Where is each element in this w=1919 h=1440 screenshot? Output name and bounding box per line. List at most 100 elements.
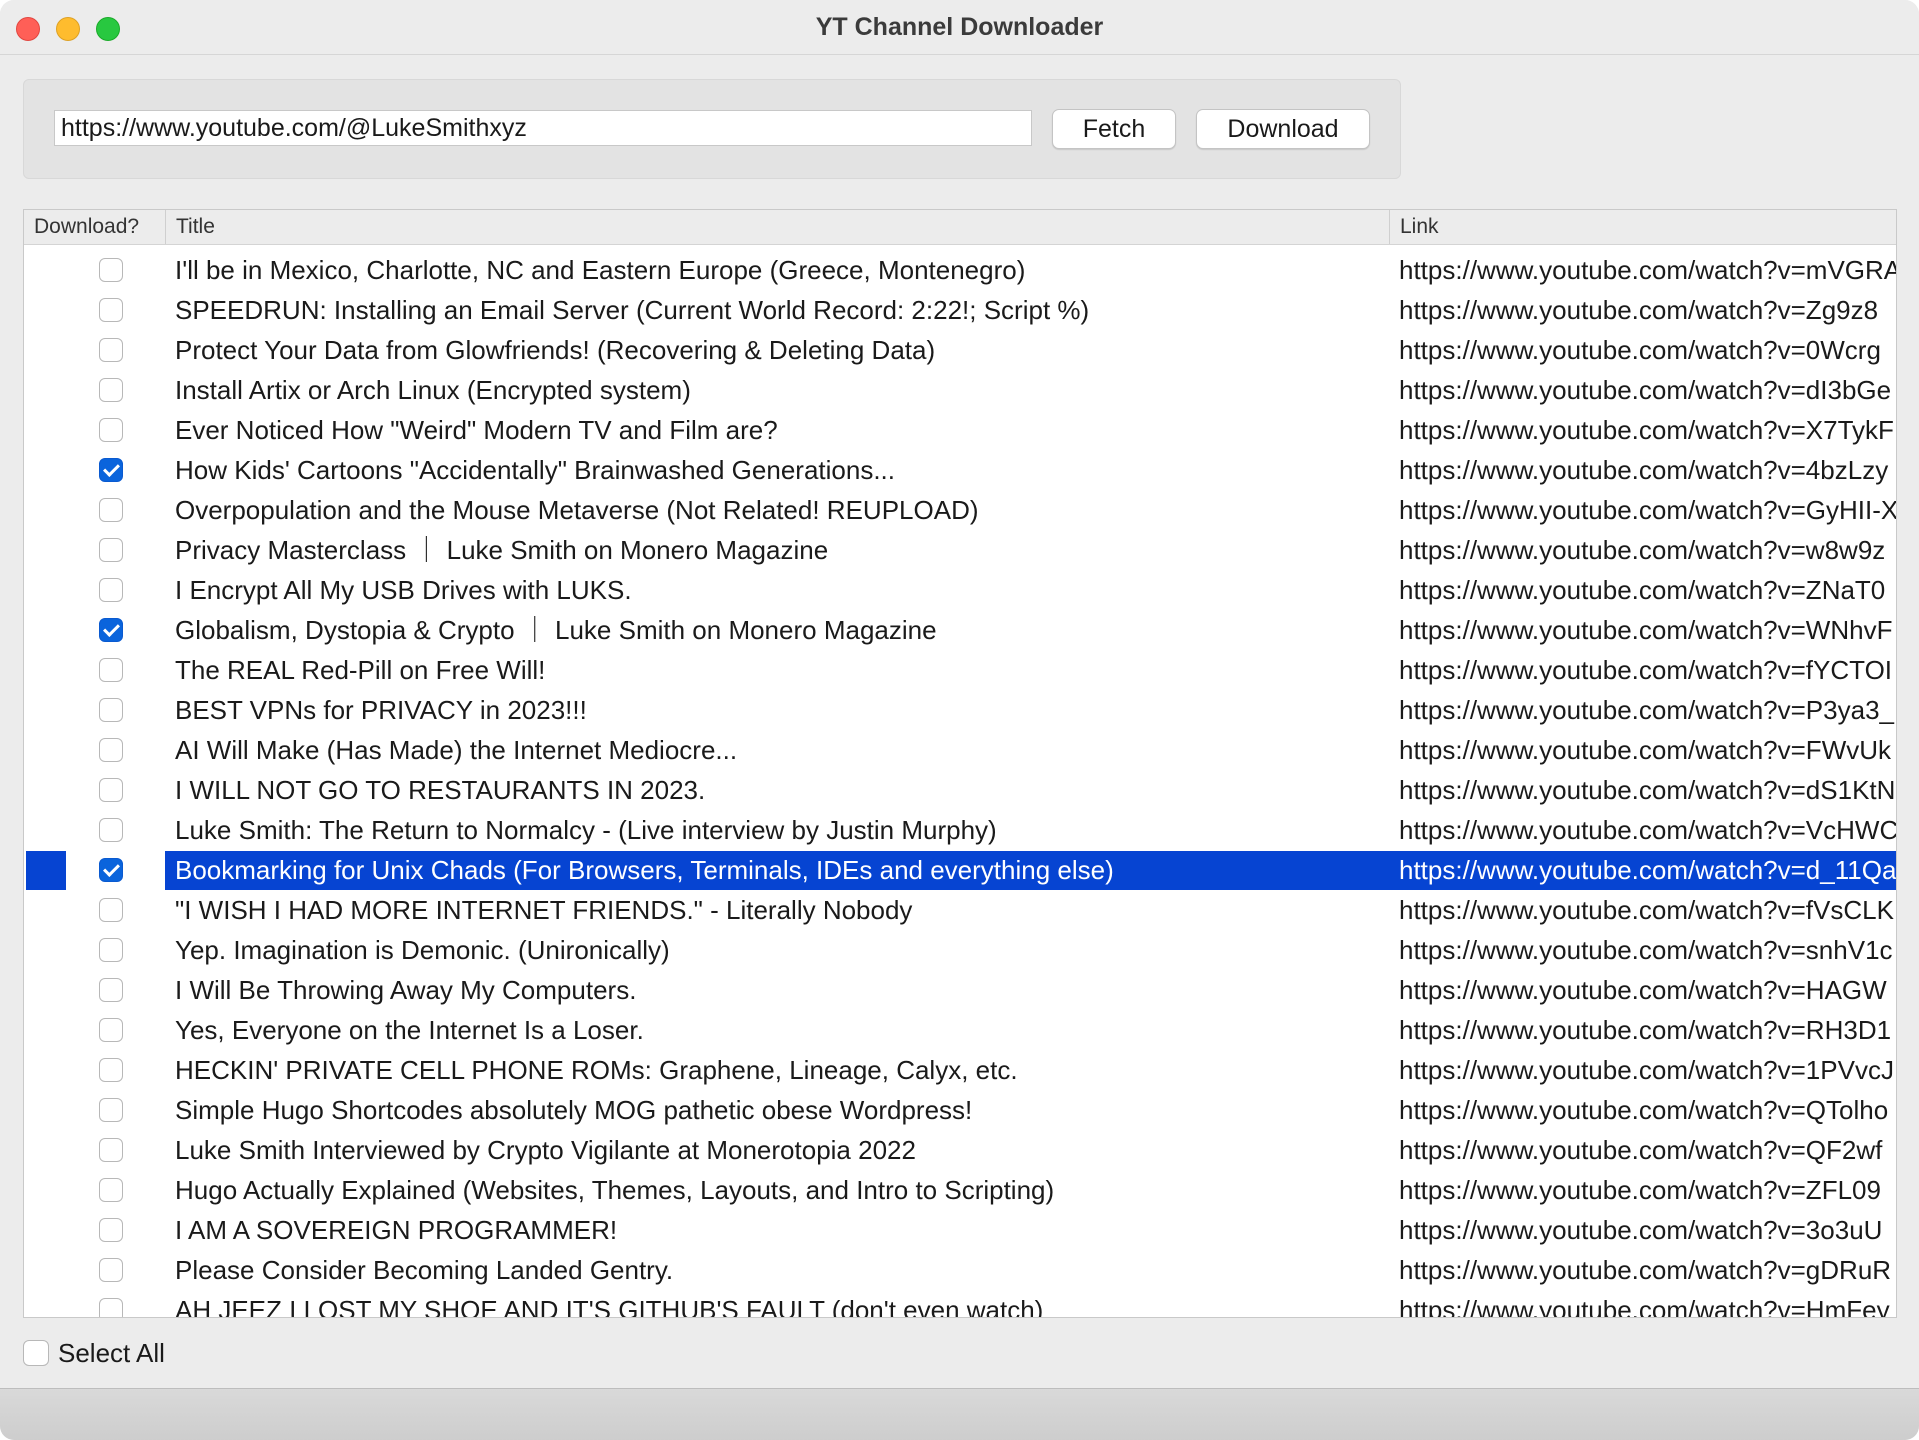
- channel-url-input[interactable]: [54, 110, 1032, 146]
- video-link-cell: https://www.youtube.com/watch?v=4bzLzy: [1399, 455, 1889, 485]
- table-row[interactable]: I WILL NOT GO TO RESTAURANTS IN 2023. htt…: [24, 771, 1896, 810]
- video-title-cell: Ever Noticed How "Weird" Modern TV and F…: [175, 415, 778, 445]
- table-row[interactable]: I Will Be Throwing Away My Computers. htt…: [24, 971, 1896, 1010]
- table-row[interactable]: The REAL Red-Pill on Free Will! https://w…: [24, 651, 1896, 690]
- row-selection-indicator: [26, 851, 66, 890]
- table-row[interactable]: I Encrypt All My USB Drives with LUKS. ht…: [24, 571, 1896, 610]
- column-header-download[interactable]: Download?: [24, 210, 165, 244]
- video-link-cell: https://www.youtube.com/watch?v=3o3uU: [1399, 1215, 1883, 1245]
- table-row[interactable]: I AM A SOVEREIGN PROGRAMMER! https://www.…: [24, 1211, 1896, 1250]
- table-row[interactable]: Globalism, Dystopia & Crypto ｜ Luke Smit…: [24, 611, 1896, 650]
- table-header: Download? Title Link: [24, 210, 1896, 245]
- table-row[interactable]: SPEEDRUN: Installing an Email Server (Cu…: [24, 291, 1896, 330]
- download-checkbox[interactable]: [99, 298, 123, 322]
- select-all-checkbox[interactable]: [23, 1340, 49, 1366]
- download-checkbox[interactable]: [99, 418, 123, 442]
- select-all-label[interactable]: Select All: [58, 1338, 165, 1368]
- video-title-cell: I Encrypt All My USB Drives with LUKS.: [175, 575, 632, 605]
- window-title: YT Channel Downloader: [815, 13, 1104, 41]
- video-link-cell: https://www.youtube.com/watch?v=WNhvF: [1399, 615, 1893, 645]
- download-checkbox[interactable]: [99, 618, 123, 642]
- download-checkbox[interactable]: [99, 1178, 123, 1202]
- download-checkbox[interactable]: [99, 1138, 123, 1162]
- video-title-cell: HECKIN' PRIVATE CELL PHONE ROMs: Graphen…: [175, 1055, 1018, 1085]
- table-row[interactable]: Overpopulation and the Mouse Metaverse (…: [24, 491, 1896, 530]
- download-checkbox[interactable]: [99, 1098, 123, 1122]
- download-checkbox[interactable]: [99, 818, 123, 842]
- video-link-cell: https://www.youtube.com/watch?v=ZNaT0: [1399, 575, 1886, 605]
- video-title-cell: Privacy Masterclass ｜ Luke Smith on Mone…: [175, 535, 829, 565]
- video-title-cell: How Kids' Cartoons "Accidentally" Brainw…: [175, 455, 895, 485]
- url-toolbar: Fetch Download: [23, 79, 1401, 179]
- download-checkbox[interactable]: [99, 338, 123, 362]
- window-bottom-bar: [0, 1388, 1919, 1440]
- video-title-cell: The REAL Red-Pill on Free Will!: [175, 655, 546, 685]
- video-link-cell: https://www.youtube.com/watch?v=FWvUk: [1399, 735, 1892, 765]
- video-title-cell: Luke Smith: The Return to Normalcy - (Li…: [175, 815, 997, 845]
- table-row[interactable]: BEST VPNs for PRIVACY in 2023!!! https://…: [24, 691, 1896, 730]
- video-title-cell: SPEEDRUN: Installing an Email Server (Cu…: [175, 295, 1090, 325]
- video-title-cell: Protect Your Data from Glowfriends! (Rec…: [175, 335, 936, 365]
- download-button[interactable]: Download: [1196, 109, 1370, 149]
- video-link-cell: https://www.youtube.com/watch?v=dS1KtN: [1399, 775, 1896, 805]
- table-row[interactable]: HECKIN' PRIVATE CELL PHONE ROMs: Graphen…: [24, 1051, 1896, 1090]
- video-link-cell: https://www.youtube.com/watch?v=mVGRA: [1399, 255, 1896, 285]
- table-row[interactable]: AH JEEZ I LOST MY SHOE AND IT'S GITHUB'S…: [24, 1291, 1896, 1317]
- download-checkbox[interactable]: [99, 1058, 123, 1082]
- table-row[interactable]: Bookmarking for Unix Chads (For Browsers…: [24, 851, 1896, 890]
- download-checkbox[interactable]: [99, 578, 123, 602]
- video-link-cell: https://www.youtube.com/watch?v=VcHWC: [1399, 815, 1896, 845]
- video-title-cell: BEST VPNs for PRIVACY in 2023!!!: [175, 695, 587, 725]
- video-link-cell: https://www.youtube.com/watch?v=RH3D1: [1399, 1015, 1892, 1045]
- table-row[interactable]: Protect Your Data from Glowfriends! (Rec…: [24, 331, 1896, 370]
- column-header-title[interactable]: Title: [165, 210, 1389, 244]
- video-title-cell: Yep. Imagination is Demonic. (Unironical…: [175, 935, 670, 965]
- download-checkbox[interactable]: [99, 778, 123, 802]
- video-link-cell: https://www.youtube.com/watch?v=snhV1c: [1399, 935, 1893, 965]
- column-header-link[interactable]: Link: [1389, 210, 1896, 244]
- table-row[interactable]: Luke Smith: The Return to Normalcy - (Li…: [24, 811, 1896, 850]
- download-checkbox[interactable]: [99, 738, 123, 762]
- table-row[interactable]: Simple Hugo Shortcodes absolutely MOG pa…: [24, 1091, 1896, 1130]
- table-row[interactable]: Ever Noticed How "Weird" Modern TV and F…: [24, 411, 1896, 450]
- table-row[interactable]: Hugo Actually Explained (Websites, Theme…: [24, 1171, 1896, 1210]
- video-link-cell: https://www.youtube.com/watch?v=ZFL09: [1399, 1175, 1881, 1205]
- table-row[interactable]: Yes, Everyone on the Internet Is a Loser…: [24, 1011, 1896, 1050]
- video-title-cell: Hugo Actually Explained (Websites, Theme…: [175, 1175, 1055, 1205]
- video-title-cell: I AM A SOVEREIGN PROGRAMMER!: [175, 1215, 618, 1245]
- download-checkbox[interactable]: [99, 978, 123, 1002]
- table-row[interactable]: Yep. Imagination is Demonic. (Unironical…: [24, 931, 1896, 970]
- download-checkbox[interactable]: [99, 938, 123, 962]
- download-checkbox[interactable]: [99, 698, 123, 722]
- video-link-cell: https://www.youtube.com/watch?v=1PVvcJ: [1399, 1055, 1894, 1085]
- table-row[interactable]: Privacy Masterclass ｜ Luke Smith on Mone…: [24, 531, 1896, 570]
- table-row[interactable]: Luke Smith Interviewed by Crypto Vigilan…: [24, 1131, 1896, 1170]
- video-title-cell: I Will Be Throwing Away My Computers.: [175, 975, 637, 1005]
- download-checkbox[interactable]: [99, 498, 123, 522]
- table-row[interactable]: Please Consider Becoming Landed Gentry. h…: [24, 1251, 1896, 1290]
- table-row[interactable]: I'll be in Mexico, Charlotte, NC and Eas…: [24, 251, 1896, 290]
- video-title-cell: I WILL NOT GO TO RESTAURANTS IN 2023.: [175, 775, 706, 805]
- download-checkbox[interactable]: [99, 458, 123, 482]
- download-checkbox[interactable]: [99, 258, 123, 282]
- download-checkbox[interactable]: [99, 1258, 123, 1282]
- table-row[interactable]: AI Will Make (Has Made) the Internet Med…: [24, 731, 1896, 770]
- video-title-cell: Globalism, Dystopia & Crypto ｜ Luke Smit…: [175, 615, 937, 645]
- download-checkbox[interactable]: [99, 658, 123, 682]
- fetch-button[interactable]: Fetch: [1052, 109, 1176, 149]
- download-checkbox[interactable]: [99, 898, 123, 922]
- video-title-cell: Bookmarking for Unix Chads (For Browsers…: [165, 851, 1389, 890]
- table-row[interactable]: Install Artix or Arch Linux (Encrypted s…: [24, 371, 1896, 410]
- download-checkbox[interactable]: [99, 378, 123, 402]
- download-checkbox[interactable]: [99, 1218, 123, 1242]
- download-checkbox[interactable]: [99, 1298, 123, 1317]
- table-row[interactable]: How Kids' Cartoons "Accidentally" Brainw…: [24, 451, 1896, 490]
- download-checkbox[interactable]: [99, 538, 123, 562]
- download-checkbox[interactable]: [99, 1018, 123, 1042]
- video-link-cell: https://www.youtube.com/watch?v=GyHII-X: [1399, 495, 1896, 525]
- video-title-cell: Yes, Everyone on the Internet Is a Loser…: [175, 1015, 644, 1045]
- video-title-cell: I'll be in Mexico, Charlotte, NC and Eas…: [175, 255, 1026, 285]
- table-row[interactable]: "I WISH I HAD MORE INTERNET FRIENDS." - …: [24, 891, 1896, 930]
- video-table: Download? Title Link I'll be in Mexico, …: [23, 209, 1897, 1318]
- download-checkbox[interactable]: [99, 858, 123, 882]
